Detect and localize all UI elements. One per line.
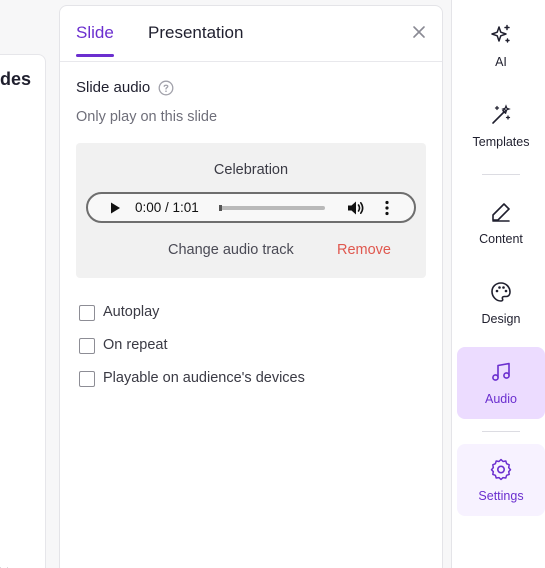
section-title: Slide audio: [76, 79, 174, 96]
play-icon[interactable]: [108, 201, 122, 215]
audio-card: Celebration 0:00 / 1:01 Change audio tra…: [76, 143, 426, 278]
palette-icon: [491, 282, 511, 302]
playable-audience-checkbox[interactable]: [79, 371, 95, 387]
playable-audience-label: Playable on audience's devices: [103, 370, 305, 386]
sidebar-item-design[interactable]: Design: [457, 267, 545, 339]
section-subtitle: Only play on this slide: [76, 109, 218, 125]
sidebar-label-settings: Settings: [478, 489, 524, 503]
volume-icon[interactable]: [347, 200, 365, 216]
sidebar-label-audio: Audio: [485, 392, 517, 406]
help-icon[interactable]: [158, 80, 174, 96]
slide-settings-panel: Slide Presentation Slide audio Only play…: [59, 5, 443, 568]
audio-options: Autoplay On repeat Playable on audience'…: [79, 304, 305, 403]
slide-canvas-edge: des: [0, 54, 46, 568]
pencil-icon: [492, 203, 510, 222]
progress-thumb[interactable]: [219, 205, 222, 211]
sidebar-item-content[interactable]: Content: [457, 187, 545, 259]
right-sidebar: AI Templates Content Design Audio Settin…: [451, 0, 545, 568]
slide-title-fragment: des: [0, 69, 32, 89]
option-playable-audience[interactable]: Playable on audience's devices: [79, 370, 305, 403]
tab-presentation[interactable]: Presentation: [148, 23, 243, 55]
gear-icon: [490, 458, 512, 481]
tab-slide[interactable]: Slide: [76, 23, 114, 57]
remove-audio-button[interactable]: Remove: [337, 242, 391, 258]
autoplay-label: Autoplay: [103, 304, 160, 320]
magic-wand-icon: [492, 104, 511, 124]
music-note-icon: [492, 362, 510, 381]
sidebar-label-design: Design: [481, 312, 521, 326]
sidebar-item-audio[interactable]: Audio: [457, 347, 545, 419]
sidebar-label-content: Content: [479, 232, 523, 246]
autoplay-checkbox[interactable]: [79, 305, 95, 321]
section-title-label: Slide audio: [76, 79, 151, 96]
change-audio-track-button[interactable]: Change audio track: [168, 242, 294, 258]
sidebar-item-settings[interactable]: Settings: [457, 444, 545, 516]
more-options-icon[interactable]: [384, 200, 390, 216]
close-icon: [413, 26, 425, 38]
close-button[interactable]: [410, 23, 428, 41]
on-repeat-checkbox[interactable]: [79, 338, 95, 354]
track-name: Celebration: [213, 162, 289, 178]
sidebar-label-ai: AI: [495, 55, 507, 69]
sidebar-item-templates[interactable]: Templates: [457, 90, 545, 162]
audio-actions: Change audio track Remove: [76, 242, 426, 262]
audio-player[interactable]: 0:00 / 1:01: [86, 192, 416, 223]
time-display: 0:00 / 1:01: [135, 200, 199, 215]
on-repeat-label: On repeat: [103, 337, 168, 353]
progress-bar[interactable]: [219, 205, 325, 211]
option-on-repeat[interactable]: On repeat: [79, 337, 305, 370]
panel-tabs: Slide Presentation: [60, 6, 442, 62]
sidebar-divider: [482, 174, 520, 175]
option-autoplay[interactable]: Autoplay: [79, 304, 305, 337]
sidebar-item-ai[interactable]: AI: [457, 10, 545, 82]
sidebar-label-templates: Templates: [472, 135, 530, 149]
sparkles-icon: [491, 24, 510, 43]
sidebar-divider: [482, 431, 520, 432]
